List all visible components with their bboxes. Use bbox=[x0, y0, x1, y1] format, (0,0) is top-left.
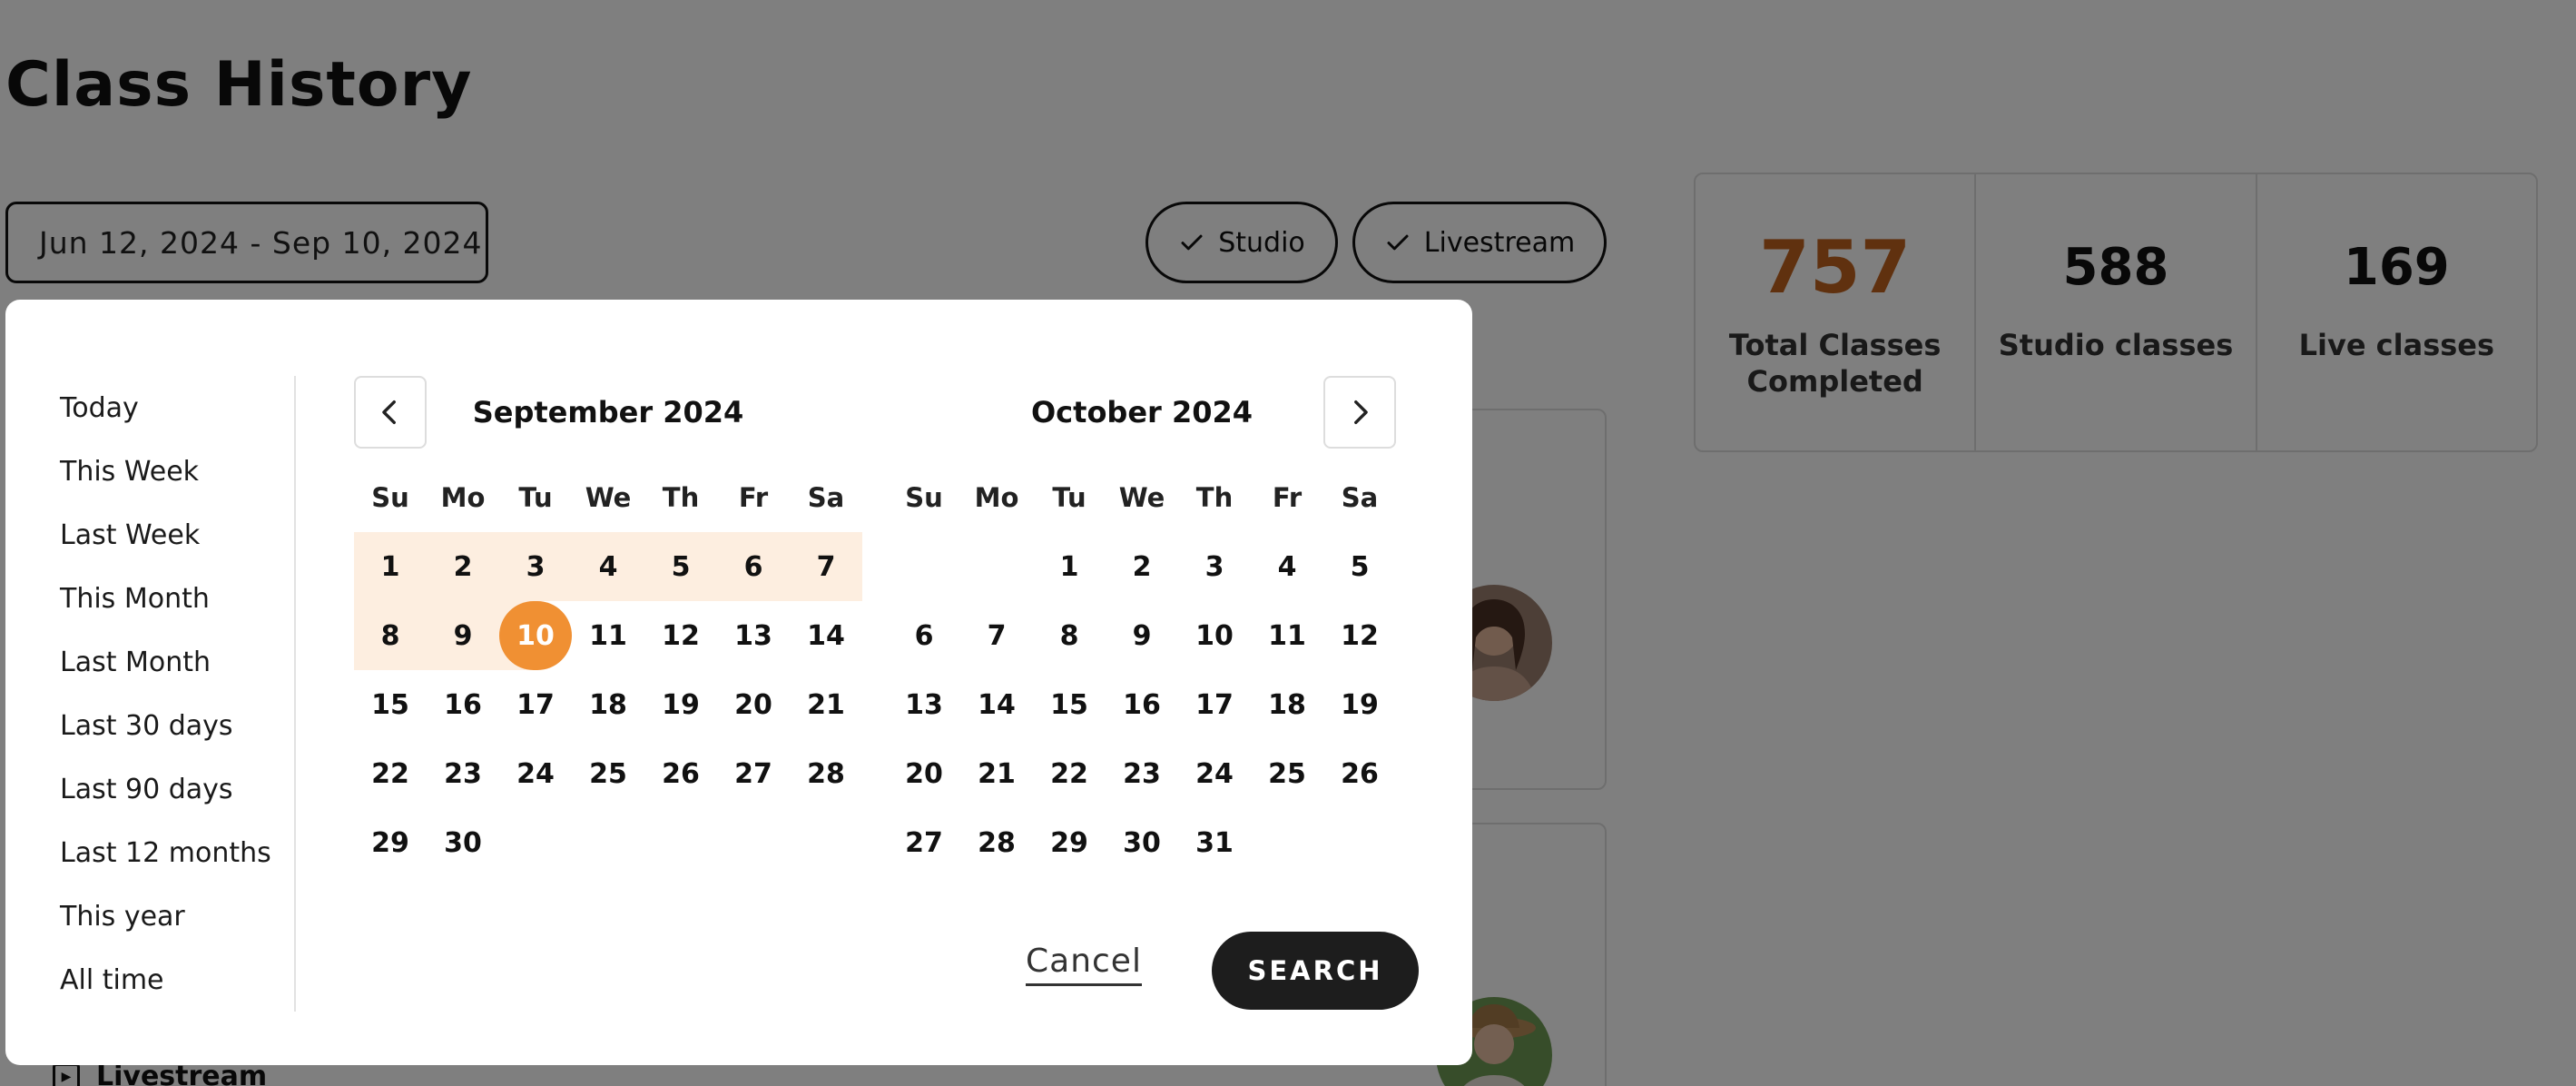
weekday-header: We bbox=[1118, 482, 1165, 513]
calendar-day[interactable]: 14 bbox=[790, 601, 862, 670]
calendar-day[interactable]: 21 bbox=[960, 739, 1033, 808]
calendar-day[interactable]: 3 bbox=[1178, 532, 1251, 601]
weekday-header: Sa bbox=[1341, 482, 1379, 513]
preset-item[interactable]: Last Week bbox=[60, 503, 296, 567]
calendar-day[interactable]: 18 bbox=[572, 670, 644, 739]
calendar-day[interactable]: 24 bbox=[1178, 739, 1251, 808]
weekday-header: Mo bbox=[974, 482, 1019, 513]
month-title-september: September 2024 bbox=[472, 395, 744, 429]
calendar-day[interactable]: 26 bbox=[1323, 739, 1396, 808]
calendar-day[interactable]: 26 bbox=[644, 739, 717, 808]
calendar-day[interactable]: 6 bbox=[717, 532, 790, 601]
calendar-day[interactable]: 8 bbox=[1033, 601, 1106, 670]
preset-item[interactable]: Last 30 days bbox=[60, 694, 296, 757]
calendar-day[interactable]: 17 bbox=[1178, 670, 1251, 739]
preset-item[interactable]: Last Month bbox=[60, 630, 296, 694]
calendar-day[interactable]: 7 bbox=[790, 532, 862, 601]
calendar-day[interactable]: 20 bbox=[888, 739, 960, 808]
calendar-day[interactable]: 14 bbox=[960, 670, 1033, 739]
calendar-day[interactable]: 12 bbox=[1323, 601, 1396, 670]
calendar-day[interactable]: 7 bbox=[960, 601, 1033, 670]
calendar-day[interactable]: 18 bbox=[1251, 670, 1323, 739]
calendar-day[interactable]: 22 bbox=[354, 739, 427, 808]
calendar-day[interactable]: 11 bbox=[572, 601, 644, 670]
calendar-grid-september: Su Mo Tu We Th Fr Sa 1 2 3 4 5 6 7 8 9 10 11 12 13 14 15 16 17 1… bbox=[354, 463, 862, 877]
calendar-day[interactable]: 2 bbox=[1106, 532, 1178, 601]
preset-item[interactable]: This Week bbox=[60, 439, 296, 503]
calendar-day[interactable]: 15 bbox=[1033, 670, 1106, 739]
date-range-picker: Today This Week Last Week This Month Last Mo… bbox=[5, 300, 1472, 1065]
weekday-header: Su bbox=[371, 482, 409, 513]
calendar-day[interactable]: 11 bbox=[1251, 601, 1323, 670]
preset-item[interactable]: Today bbox=[60, 376, 296, 439]
calendar-day[interactable]: 29 bbox=[354, 808, 427, 877]
calendar-day[interactable]: 22 bbox=[1033, 739, 1106, 808]
calendar-day[interactable]: 31 bbox=[1178, 808, 1251, 877]
calendar-day[interactable]: 3 bbox=[499, 532, 572, 601]
calendar-day[interactable]: 9 bbox=[1106, 601, 1178, 670]
month-title-october: October 2024 bbox=[1030, 395, 1254, 429]
calendar-day[interactable]: 5 bbox=[644, 532, 717, 601]
calendar-grid-october: Su Mo Tu We Th Fr Sa 1 2 3 4 5 6 7 8 9 10 11 12 13 14 15 16 17 1… bbox=[888, 463, 1396, 877]
calendar-day[interactable]: 16 bbox=[1106, 670, 1178, 739]
calendar-day[interactable]: 21 bbox=[790, 670, 862, 739]
preset-item[interactable]: Last 90 days bbox=[60, 757, 296, 821]
calendar-empty-cell bbox=[888, 532, 960, 601]
calendar-day[interactable]: 30 bbox=[1106, 808, 1178, 877]
calendar-day[interactable]: 8 bbox=[354, 601, 427, 670]
next-month-button[interactable] bbox=[1323, 376, 1396, 449]
preset-item[interactable]: Last 12 months bbox=[60, 821, 296, 884]
weekday-header: Su bbox=[905, 482, 943, 513]
calendar-day[interactable]: 28 bbox=[960, 808, 1033, 877]
calendar-day[interactable]: 6 bbox=[888, 601, 960, 670]
cancel-button[interactable]: Cancel bbox=[1026, 943, 1142, 986]
calendar-day-selected[interactable]: 10 bbox=[499, 601, 572, 670]
calendar-day[interactable]: 15 bbox=[354, 670, 427, 739]
calendar-day[interactable]: 30 bbox=[427, 808, 499, 877]
calendar-day[interactable]: 1 bbox=[1033, 532, 1106, 601]
calendar-day[interactable]: 25 bbox=[572, 739, 644, 808]
calendar-day[interactable]: 19 bbox=[644, 670, 717, 739]
calendar-day[interactable]: 28 bbox=[790, 739, 862, 808]
calendar-day[interactable]: 25 bbox=[1251, 739, 1323, 808]
calendar-day[interactable]: 12 bbox=[644, 601, 717, 670]
calendar-day[interactable]: 10 bbox=[1178, 601, 1251, 670]
calendar-day[interactable]: 23 bbox=[427, 739, 499, 808]
weekday-header: Fr bbox=[738, 482, 769, 513]
calendar-day[interactable]: 9 bbox=[427, 601, 499, 670]
preset-divider bbox=[294, 376, 296, 1012]
calendar-day[interactable]: 2 bbox=[427, 532, 499, 601]
calendar-day[interactable]: 29 bbox=[1033, 808, 1106, 877]
weekday-header: Fr bbox=[1272, 482, 1303, 513]
calendar-day[interactable]: 27 bbox=[888, 808, 960, 877]
calendar-day[interactable]: 17 bbox=[499, 670, 572, 739]
preset-item[interactable]: This Month bbox=[60, 567, 296, 630]
calendar-day[interactable]: 5 bbox=[1323, 532, 1396, 601]
calendar-day[interactable]: 13 bbox=[888, 670, 960, 739]
weekday-header: Th bbox=[662, 482, 700, 513]
calendar-day[interactable]: 24 bbox=[499, 739, 572, 808]
chevron-right-icon bbox=[1354, 400, 1368, 425]
weekday-header: Tu bbox=[518, 482, 553, 513]
calendar-day[interactable]: 20 bbox=[717, 670, 790, 739]
weekday-header: Mo bbox=[440, 482, 486, 513]
preset-item[interactable]: All time bbox=[60, 948, 296, 1012]
preset-item[interactable]: This year bbox=[60, 884, 296, 948]
calendar-empty-cell bbox=[960, 532, 1033, 601]
calendar-day[interactable]: 4 bbox=[1251, 532, 1323, 601]
weekday-header: Tu bbox=[1052, 482, 1086, 513]
calendar-day[interactable]: 16 bbox=[427, 670, 499, 739]
calendar-day[interactable]: 13 bbox=[717, 601, 790, 670]
weekday-header: We bbox=[585, 482, 632, 513]
calendar-day[interactable]: 27 bbox=[717, 739, 790, 808]
weekday-header: Sa bbox=[807, 482, 845, 513]
calendar-day[interactable]: 4 bbox=[572, 532, 644, 601]
calendar-day[interactable]: 1 bbox=[354, 532, 427, 601]
preset-list: Today This Week Last Week This Month Last Mo… bbox=[60, 376, 296, 1012]
weekday-header: Th bbox=[1195, 482, 1234, 513]
calendar-day[interactable]: 19 bbox=[1323, 670, 1396, 739]
calendar-day[interactable]: 23 bbox=[1106, 739, 1178, 808]
search-button[interactable]: SEARCH bbox=[1212, 932, 1419, 1010]
